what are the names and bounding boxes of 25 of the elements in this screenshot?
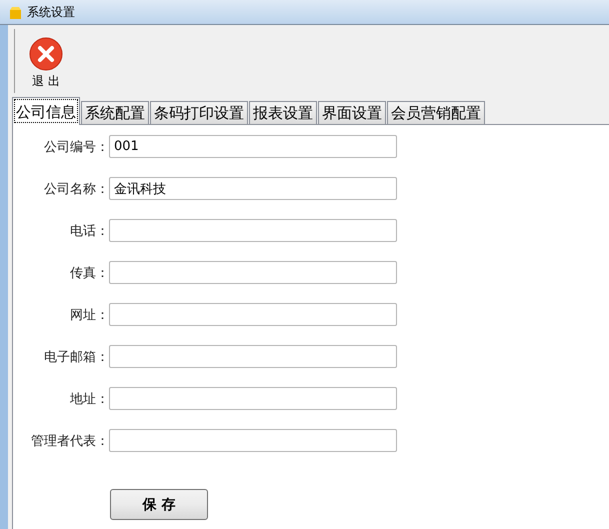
app-icon: [8, 4, 23, 20]
input-field[interactable]: [109, 261, 397, 284]
tab[interactable]: 报表设置: [249, 101, 317, 124]
field-label: 地址：: [69, 390, 109, 408]
field-label: 电话：: [69, 222, 109, 240]
input-field[interactable]: [109, 219, 397, 242]
tab[interactable]: 系统配置: [81, 101, 149, 124]
save-button[interactable]: 保 存: [110, 489, 208, 520]
window-title: 系统设置: [27, 4, 75, 20]
field-label: 公司名称：: [43, 180, 109, 198]
tab[interactable]: 会员营销配置: [387, 101, 485, 124]
input-field[interactable]: [109, 429, 397, 452]
tab[interactable]: 条码打印设置: [150, 101, 248, 124]
input-field[interactable]: [109, 303, 397, 326]
field-label: 电子邮箱：: [43, 348, 109, 366]
field-label: 公司编号：: [43, 138, 109, 156]
input-field[interactable]: [109, 387, 397, 410]
field-label: 管理者代表：: [30, 432, 109, 450]
input-field[interactable]: [109, 345, 397, 368]
tab[interactable]: 公司信息: [12, 97, 80, 125]
tab[interactable]: 界面设置: [318, 101, 386, 124]
field-label: 网址：: [69, 306, 109, 324]
input-field[interactable]: 001: [109, 135, 397, 158]
input-field[interactable]: 金讯科技: [109, 177, 397, 200]
field-label: 传真：: [69, 264, 109, 282]
